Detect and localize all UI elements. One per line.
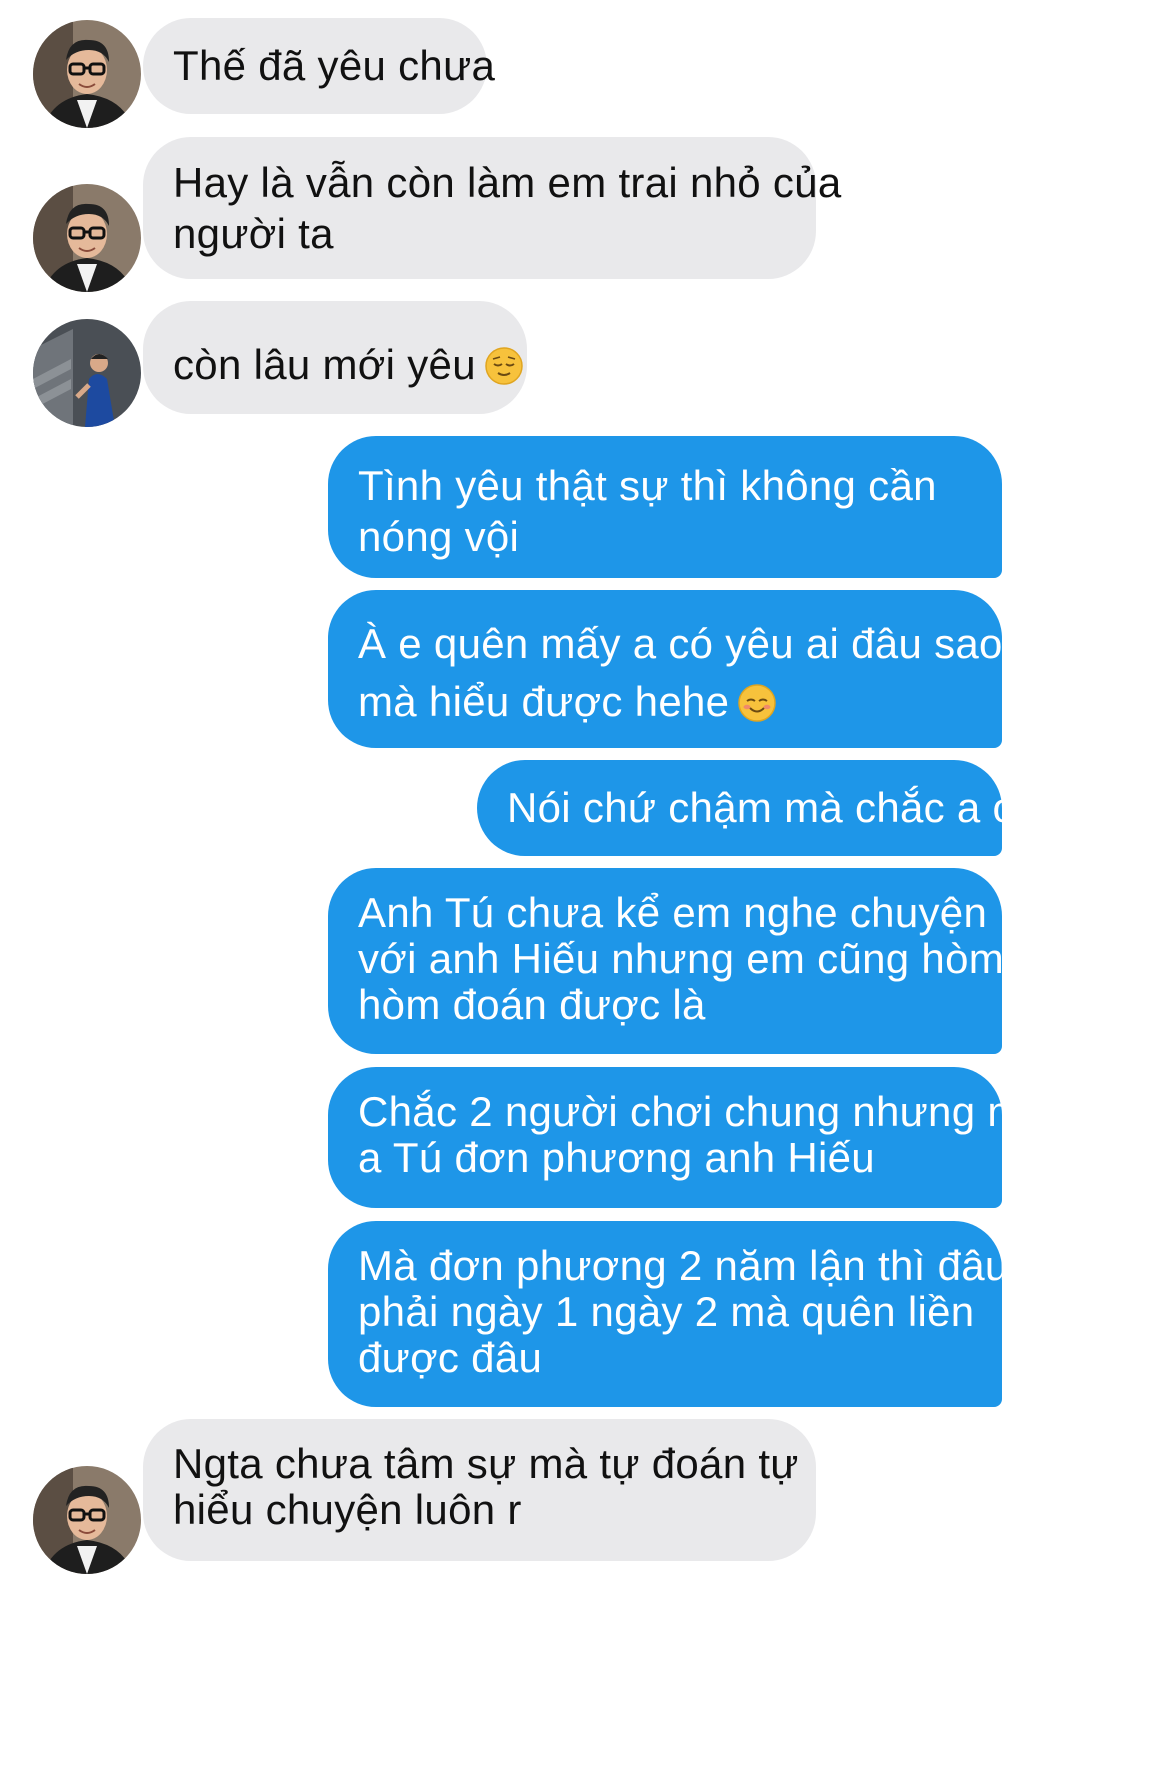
message-text: được đâu (358, 1334, 543, 1381)
message-text: Chắc 2 người chơi chung nhưng mà (358, 1088, 1047, 1135)
message-text: Ngta chưa tâm sự mà tự đoán tự (173, 1440, 799, 1487)
avatar-glasses-icon (33, 1466, 141, 1574)
message-thread[interactable]: Thế đã yêu chưa Hay là vẫn còn làm em tr… (0, 0, 1170, 1776)
message-bubble-outgoing[interactable]: Tình yêu thật sự thì không cần nóng vội (328, 436, 1002, 578)
message-text: Mà đơn phương 2 năm lận thì đâu (358, 1242, 1009, 1289)
message-text: người ta (173, 210, 334, 257)
message-bubble-outgoing[interactable]: Chắc 2 người chơi chung nhưng mà a Tú đơ… (328, 1067, 1047, 1208)
avatar-glasses-icon (33, 184, 141, 292)
contact-avatar[interactable] (33, 20, 141, 128)
message-text: a Tú đơn phương anh Hiếu (358, 1134, 875, 1181)
contact-avatar[interactable] (33, 184, 141, 292)
contact-avatar[interactable] (33, 1466, 141, 1574)
message-bubble-outgoing[interactable]: À e quên mấy a có yêu ai đâu sao mà hiểu… (328, 590, 1002, 748)
message-text: À e quên mấy a có yêu ai đâu sao (358, 620, 1003, 667)
message-bubble-outgoing[interactable]: Anh Tú chưa kể em nghe chuyện với anh Hi… (328, 868, 1005, 1054)
message-bubble-outgoing[interactable]: Nói chứ chậm mà chắc a ơi (477, 760, 1031, 856)
message-text: mà hiểu được hehe (358, 673, 972, 731)
message-text: nóng vội (358, 513, 520, 560)
message-text: Anh Tú chưa kể em nghe chuyện (358, 889, 988, 936)
message-bubble-incoming[interactable]: Hay là vẫn còn làm em trai nhỏ của người… (143, 137, 842, 279)
message-bubble-incoming[interactable]: Thế đã yêu chưa (143, 18, 496, 114)
message-bubble-outgoing[interactable]: Mà đơn phương 2 năm lận thì đâu phải ngà… (328, 1221, 1009, 1407)
message-bubble-incoming[interactable]: Ngta chưa tâm sự mà tự đoán tự hiểu chuy… (143, 1419, 816, 1561)
smiling-face-icon (738, 684, 777, 722)
message-text: còn lâu mới yêu (173, 339, 523, 390)
message-text: Nói chứ chậm mà chắc a ơi (507, 784, 1031, 831)
message-text: hòm đoán được là (358, 981, 706, 1028)
contact-avatar[interactable] (33, 319, 141, 427)
message-bubble-incoming[interactable]: còn lâu mới yêu (143, 301, 527, 414)
message-text: hiểu chuyện luôn r (173, 1486, 522, 1533)
message-text: phải ngày 1 ngày 2 mà quên liền (358, 1288, 975, 1335)
message-text: Hay là vẫn còn làm em trai nhỏ của (173, 159, 842, 206)
avatar-blue-shirt-icon (33, 319, 141, 427)
message-text: với anh Hiếu nhưng em cũng hòm (358, 935, 1005, 982)
avatar-glasses-icon (33, 20, 141, 128)
message-text: Tình yêu thật sự thì không cần (358, 462, 937, 509)
message-text: Thế đã yêu chưa (173, 42, 496, 89)
relieved-face-icon (485, 347, 523, 385)
